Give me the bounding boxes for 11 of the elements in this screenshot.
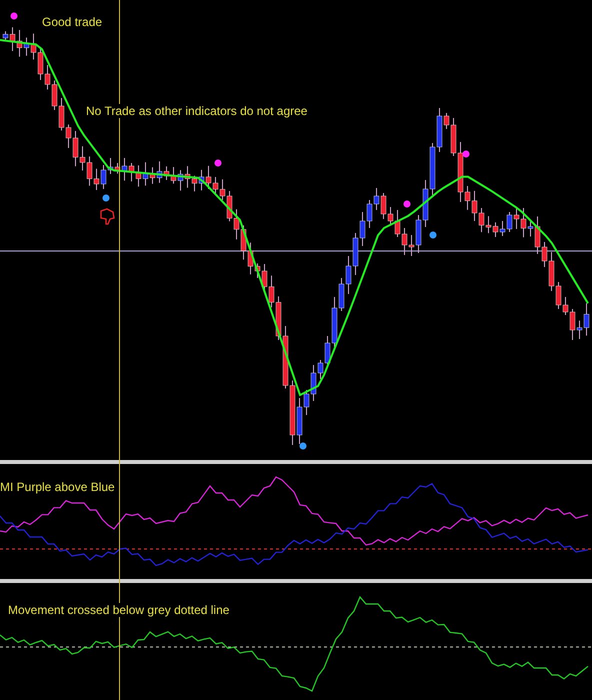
signal-dot xyxy=(430,232,436,238)
signal-dot xyxy=(462,150,470,158)
signal-dot xyxy=(102,194,110,202)
signal-dot xyxy=(404,200,410,208)
chart-annotation: No Trade as other indicators do not agree xyxy=(86,104,308,118)
signal-dot xyxy=(300,442,306,450)
panel-label: Movement crossed below grey dotted line xyxy=(8,603,230,617)
chart-annotation: Good trade xyxy=(42,15,102,29)
signal-dot xyxy=(214,160,222,166)
signal-dot xyxy=(10,12,18,20)
panel-label: MI Purple above Blue xyxy=(0,480,115,494)
